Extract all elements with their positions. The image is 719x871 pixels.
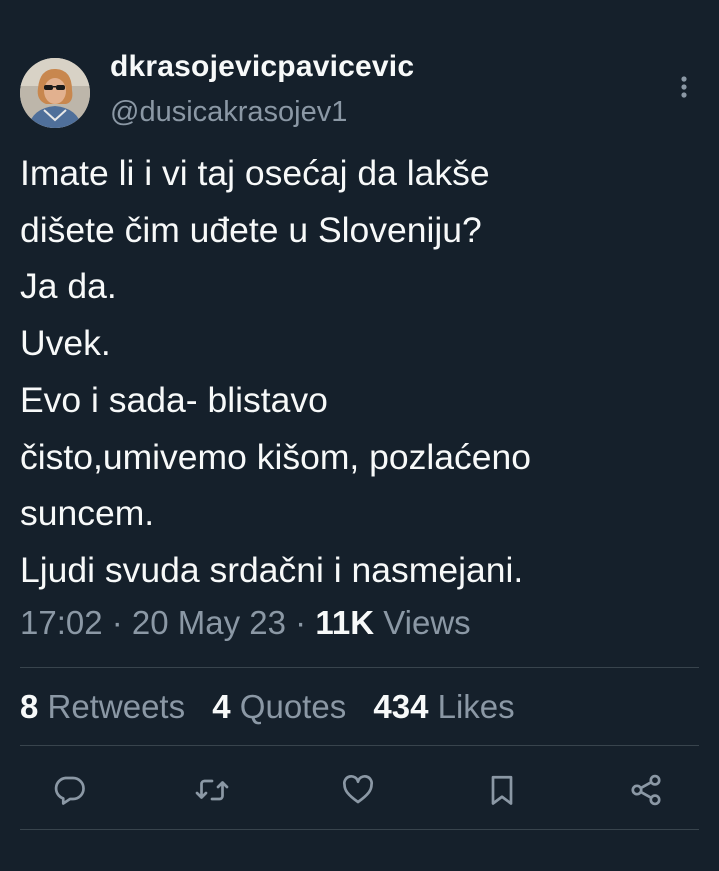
engagement-stats: 8 Retweets 4 Quotes 434 Likes	[20, 688, 533, 726]
share-icon	[631, 774, 661, 806]
tweet-text: Imate li i vi taj osećaj da lakše dišete…	[20, 153, 532, 590]
divider	[20, 829, 699, 830]
heart-icon	[343, 775, 373, 804]
author-display-name[interactable]: dkrasojevicpavicevic	[110, 50, 414, 84]
retweet-button[interactable]	[190, 768, 234, 812]
meta-separator: ·	[286, 604, 316, 641]
retweets-count: 8	[20, 688, 39, 725]
tweet-date[interactable]: 20 May 23	[132, 604, 286, 641]
likes-stat[interactable]: 434 Likes	[373, 688, 514, 725]
reply-button[interactable]	[48, 768, 92, 812]
reply-icon	[54, 776, 85, 805]
views-count[interactable]: 11K	[315, 604, 374, 641]
likes-label: Likes	[428, 688, 515, 725]
meta-separator: ·	[102, 604, 132, 641]
retweets-stat[interactable]: 8 Retweets	[20, 688, 185, 725]
likes-count: 434	[373, 688, 429, 725]
retweet-icon	[195, 779, 229, 801]
more-vertical-icon[interactable]	[672, 72, 696, 102]
divider	[20, 745, 699, 746]
retweets-label: Retweets	[38, 688, 186, 725]
bookmark-button[interactable]	[480, 768, 524, 812]
like-button[interactable]	[336, 768, 380, 812]
avatar[interactable]	[20, 58, 90, 128]
quotes-count: 4	[212, 688, 231, 725]
author-handle[interactable]: @dusicakrasojev1	[110, 96, 347, 129]
bookmark-icon	[491, 775, 513, 805]
divider	[20, 667, 699, 668]
views-label[interactable]: Views	[374, 604, 470, 641]
tweet-time[interactable]: 17:02	[20, 604, 103, 641]
avatar-image	[20, 58, 90, 128]
quotes-stat[interactable]: 4 Quotes	[212, 688, 346, 725]
tweet-meta: 17:02 · 20 May 23 · 11K Views	[20, 604, 471, 642]
quotes-label: Quotes	[230, 688, 347, 725]
share-button[interactable]	[624, 768, 668, 812]
